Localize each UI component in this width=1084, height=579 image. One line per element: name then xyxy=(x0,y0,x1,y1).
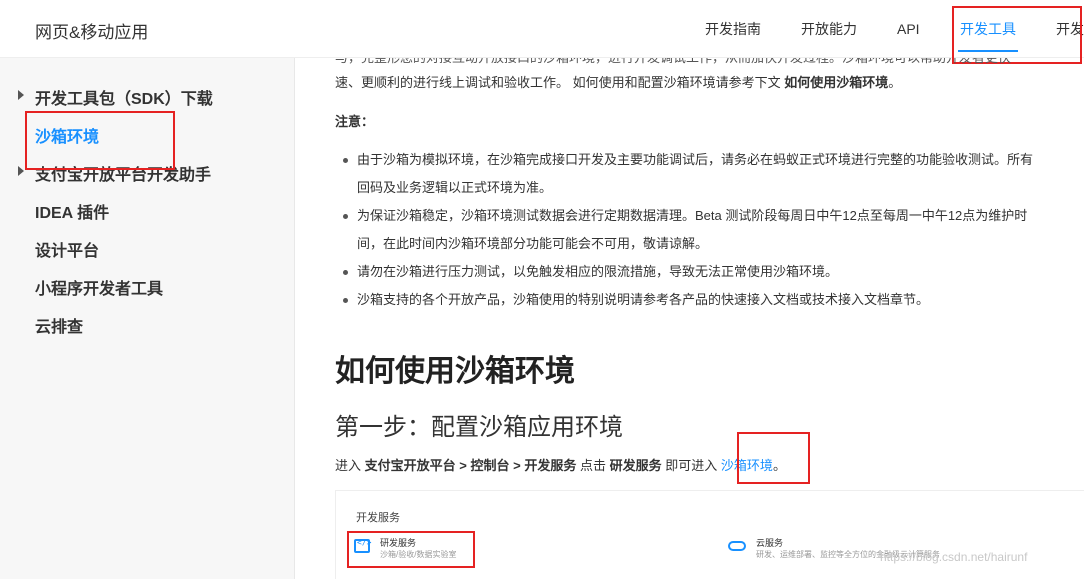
intro-paragraph: 速、更顺利的进行线上调试和验收工作。 如何使用和配置沙箱环境请参考下文 如何使用… xyxy=(335,72,901,91)
step-separator: > xyxy=(513,458,521,473)
highlight-box-rd-service xyxy=(347,531,475,568)
sidebar-item-cloud-troubleshoot[interactable]: 云排查 xyxy=(35,313,83,337)
intro-bold: 如何使用沙箱环境 xyxy=(784,75,889,90)
step-instructions: 进入 支付宝开放平台 > 控制台 > 开发服务 点击 研发服务 即可进入 沙箱环… xyxy=(335,455,786,474)
step-bold: 开发服务 xyxy=(524,458,577,473)
caret-right-icon[interactable] xyxy=(18,166,24,176)
list-item: 请勿在沙箱进行压力测试，以免触发相应的限流措施，导致无法正常使用沙箱环境。 xyxy=(335,258,1084,286)
note-list: 由于沙箱为模拟环境，在沙箱完成接口开发及主要功能调试后，请务必在蚂蚁正式环境进行… xyxy=(335,146,1084,314)
sidebar-item-idea-plugin[interactable]: IDEA 插件 xyxy=(35,199,109,223)
note-title: 注意： xyxy=(335,114,375,129)
list-item-line: 沙箱支持的各个开放产品，沙箱使用的特别说明请参考各产品的快速接入文档或技术接入文… xyxy=(357,292,930,307)
list-item: 沙箱支持的各个开放产品，沙箱使用的特别说明请参考各产品的快速接入文档或技术接入文… xyxy=(335,286,1084,314)
list-item-line: 回码及业务逻辑以正式环境为准。 xyxy=(357,180,553,195)
paragraph-cut-top: 与，完整形您的对接互动开放接口的沙箱环境，进行开发调试工作，从而加快开发过程。沙… xyxy=(335,58,1084,68)
list-item-line: 间，在此时间内沙箱环境部分功能可能会不可用，敬请谅解。 xyxy=(357,236,709,251)
sidebar-item-miniapp-tools[interactable]: 小程序开发者工具 xyxy=(35,275,163,299)
list-item-line: 请勿在沙箱进行压力测试，以免触发相应的限流措施，导致无法正常使用沙箱环境。 xyxy=(357,264,839,279)
sidebar-item-sdk-download[interactable]: 开发工具包（SDK）下载 xyxy=(35,85,213,109)
step-text: 点击 xyxy=(580,458,607,473)
nav-api[interactable]: API xyxy=(897,0,920,58)
sidebar-item-design-platform[interactable]: 设计平台 xyxy=(35,237,99,261)
nav-dev-guide[interactable]: 开发指南 xyxy=(705,0,761,58)
list-item-line: 为保证沙箱稳定，沙箱环境测试数据会进行定期数据清理。Beta 测试阶段每周日中午… xyxy=(357,208,1028,223)
top-navigation-bar: 网页&移动应用 开发指南 开放能力 API 开发工具 开发 xyxy=(0,0,1084,58)
step-bold: 研发服务 xyxy=(609,458,662,473)
embed-title: 开发服务 xyxy=(356,512,400,524)
step-text: 即可进入 xyxy=(665,458,718,473)
main-content: 与，完整形您的对接互动开放接口的沙箱环境，进行开发调试工作，从而加快开发过程。沙… xyxy=(295,58,1084,579)
cloud-icon xyxy=(728,541,746,551)
step-heading: 第一步：配置沙箱应用环境 xyxy=(335,414,623,441)
brand-title[interactable]: 网页&移动应用 xyxy=(35,18,148,43)
caret-right-icon[interactable] xyxy=(18,90,24,100)
watermark: https://blog.csdn.net/hairunf xyxy=(880,550,1028,564)
nav-open-capability[interactable]: 开放能力 xyxy=(801,0,857,58)
highlight-box-sandbox-link xyxy=(737,432,810,484)
list-item: 为保证沙箱稳定，沙箱环境测试数据会进行定期数据清理。Beta 测试阶段每周日中午… xyxy=(335,202,1084,258)
step-bold: 控制台 xyxy=(470,458,510,473)
list-item: 由于沙箱为模拟环境，在沙箱完成接口开发及主要功能调试后，请务必在蚂蚁正式环境进行… xyxy=(335,146,1084,202)
section-heading: 如何使用沙箱环境 xyxy=(335,355,575,388)
intro-text: 速、更顺利的进行线上调试和验收工作。 如何使用和配置沙箱环境请参考下文 xyxy=(335,75,781,90)
intro-end: 。 xyxy=(888,75,902,90)
highlight-box-sandbox xyxy=(25,111,175,170)
step-separator: > xyxy=(459,458,467,473)
list-item-line: 由于沙箱为模拟环境，在沙箱完成接口开发及主要功能调试后，请务必在蚂蚁正式环境进行… xyxy=(357,152,1034,167)
highlight-box-nav xyxy=(952,6,1082,64)
step-bold: 支付宝开放平台 xyxy=(364,458,456,473)
step-text: 进入 xyxy=(335,458,362,473)
service-name: 云服务 xyxy=(756,538,784,548)
